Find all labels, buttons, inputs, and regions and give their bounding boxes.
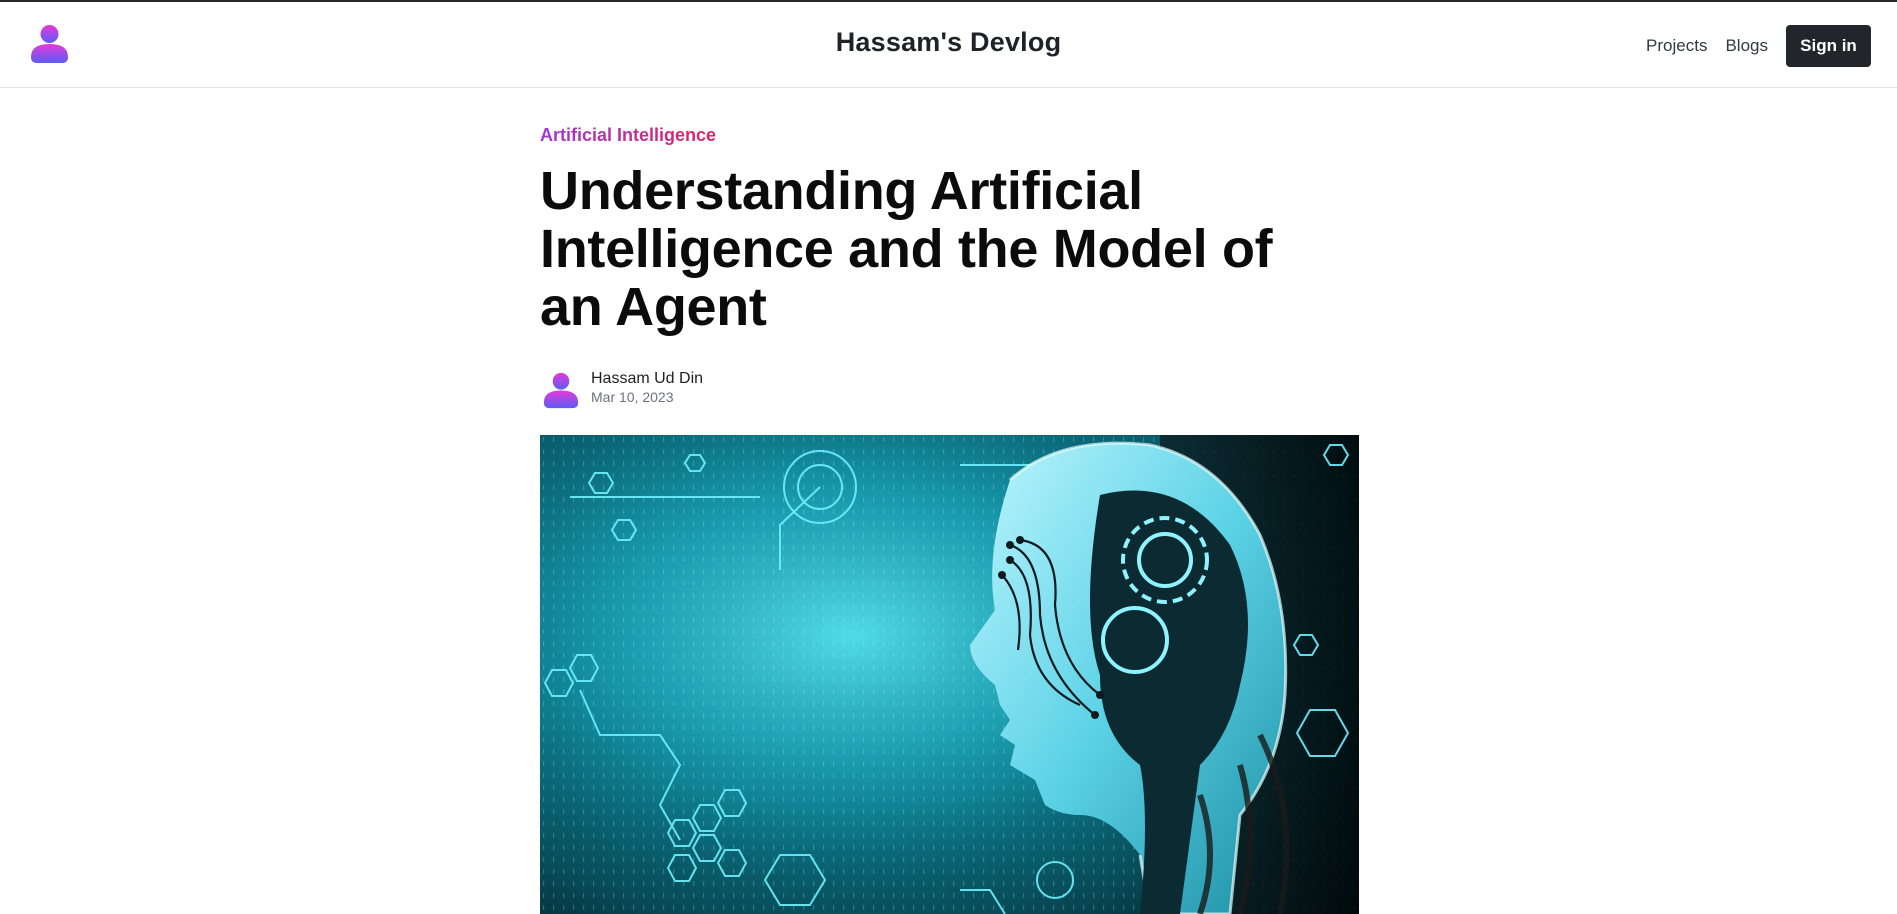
author-avatar-icon: [543, 372, 579, 409]
author-name: Hassam Ud Din: [591, 370, 704, 387]
nav-link-projects[interactable]: Projects: [1646, 36, 1707, 56]
article: Artificial Intelligence Understanding Ar…: [540, 88, 1360, 409]
article-category[interactable]: Artificial Intelligence: [540, 125, 716, 146]
main-nav: Projects Blogs Sign in: [1646, 25, 1871, 67]
post-date: Mar 10, 2023: [591, 389, 674, 405]
author-row: Hassam Ud Din Mar 10, 2023: [540, 369, 1360, 409]
nav-link-blogs[interactable]: Blogs: [1725, 36, 1768, 56]
article-title: Understanding Artificial Intelligence an…: [540, 161, 1273, 337]
site-logo[interactable]: [29, 24, 70, 64]
site-title: Hassam's Devlog: [835, 27, 1062, 57]
sign-in-button[interactable]: Sign in: [1786, 25, 1871, 67]
user-avatar-icon: [31, 25, 68, 63]
author-meta: Hassam Ud Din Mar 10, 2023: [591, 369, 703, 406]
hero-image: [540, 435, 1359, 914]
robot-head-illustration: [540, 435, 1359, 914]
site-header: Hassam's Devlog Projects Blogs Sign in: [0, 2, 1897, 88]
